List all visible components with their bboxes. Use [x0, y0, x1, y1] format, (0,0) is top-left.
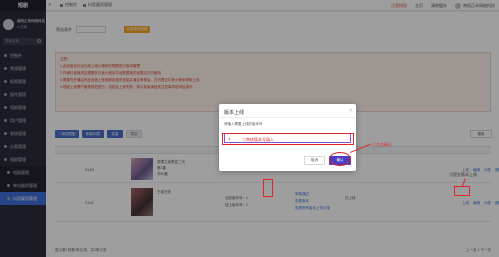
close-icon[interactable]: ×: [349, 108, 352, 114]
annotation-confirm-circle: [329, 152, 351, 166]
annotation-step1: ①审核版本号填入: [242, 137, 274, 142]
annotation-step3: ③提交版本上线: [449, 172, 477, 177]
dialog-prompt: 请输入需要上线的版本号: [224, 122, 263, 126]
annotation-step2: ②点击确认: [372, 142, 392, 147]
annotation-version-highlight: [263, 179, 273, 197]
annotation-more-highlight: [454, 186, 470, 196]
dialog-title: 版本上线: [224, 110, 245, 116]
divider: [219, 117, 356, 118]
cancel-button[interactable]: 取消: [304, 156, 325, 165]
